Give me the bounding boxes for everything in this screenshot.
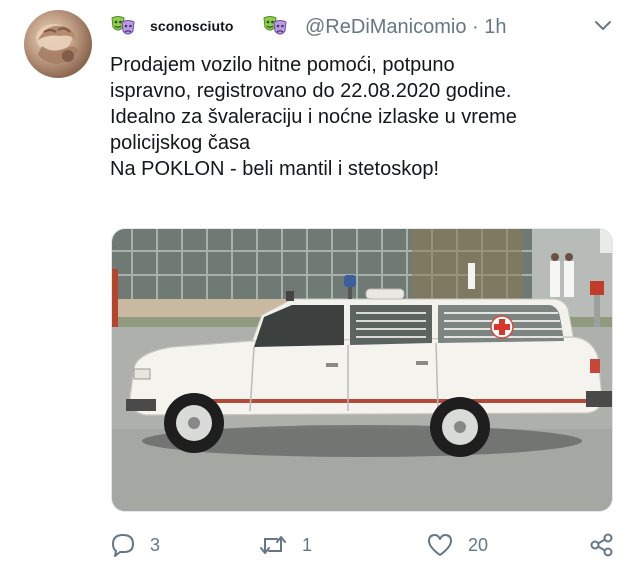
tweet-text-line: Idealno za švaleraciju i noćne izlaske u… bbox=[110, 106, 517, 128]
retweet-count: 1 bbox=[302, 534, 313, 555]
retweet-button[interactable]: 1 bbox=[258, 528, 312, 562]
tweet-text-line: Na POKLON - beli mantil i stetoskop! bbox=[110, 158, 440, 180]
reply-button[interactable]: 3 bbox=[110, 528, 160, 562]
tweet-header: sconosciuto @ReDiManicomio · 1h bbox=[110, 12, 630, 42]
theater-masks-icon bbox=[262, 14, 288, 38]
like-button[interactable]: 20 bbox=[426, 528, 488, 562]
tweet-text-line: Prodajem vozilo hitne pomoći, potpuno bbox=[110, 54, 455, 76]
reply-icon bbox=[112, 534, 134, 557]
tweet-actions: 3 1 20 bbox=[110, 528, 620, 562]
tweet-text-line: policijskog časa bbox=[110, 132, 251, 154]
theater-masks-icon bbox=[110, 14, 136, 38]
tweet-text-line: ispravno, registrovano do 22.08.2020 god… bbox=[110, 80, 512, 102]
like-count: 20 bbox=[468, 534, 489, 555]
share-button[interactable] bbox=[588, 528, 616, 562]
avatar[interactable] bbox=[24, 10, 92, 78]
media-photo[interactable] bbox=[111, 228, 613, 512]
retweet-icon bbox=[260, 536, 286, 554]
heart-icon bbox=[428, 534, 452, 556]
handle-and-time[interactable]: @ReDiManicomio · 1h bbox=[305, 16, 506, 39]
tweet-text: Prodajem vozilo hitne pomoći, potpuno is… bbox=[110, 52, 630, 182]
tweet-card[interactable]: sconosciuto @ReDiManicomio · 1h Prodajem… bbox=[0, 0, 640, 575]
reply-count: 3 bbox=[150, 534, 161, 555]
chevron-down-icon[interactable] bbox=[590, 14, 616, 38]
display-name[interactable]: sconosciuto bbox=[150, 18, 234, 34]
share-icon bbox=[590, 533, 613, 557]
